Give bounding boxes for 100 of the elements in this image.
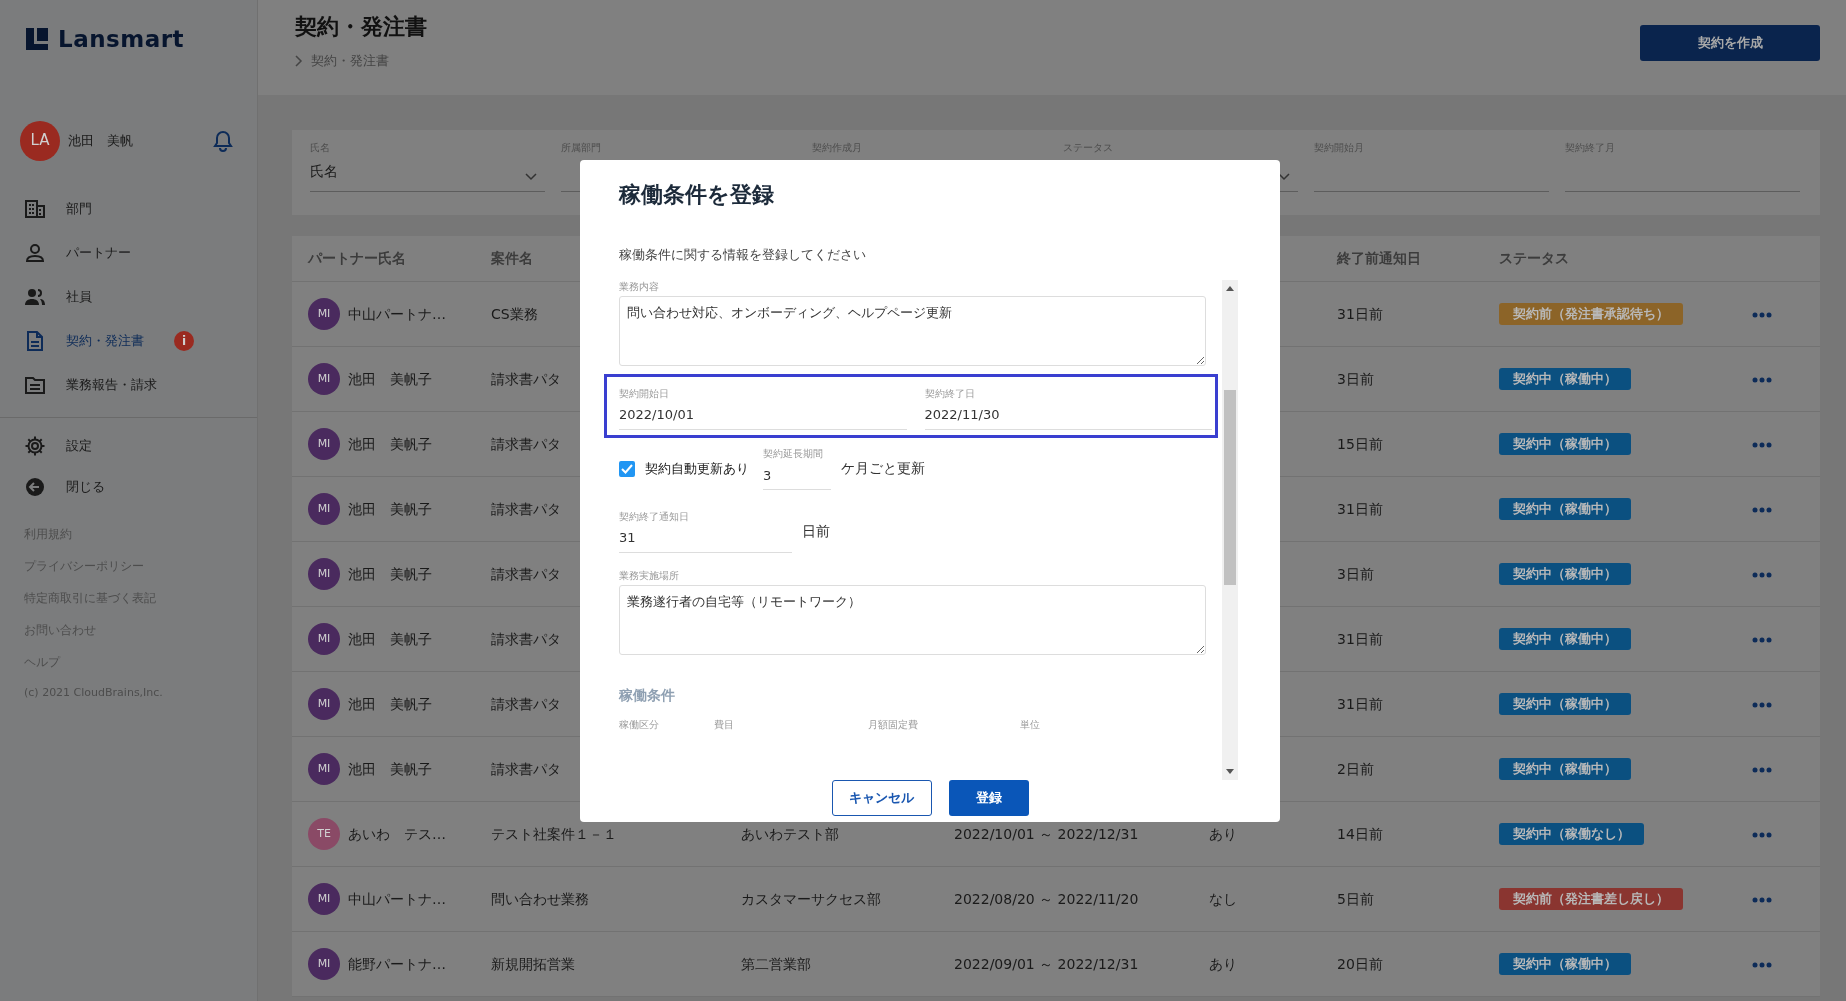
avatar: MI [308, 298, 340, 330]
partner-name: 池田 美帆子 [348, 759, 432, 779]
more-icon[interactable] [1752, 701, 1772, 708]
avatar: MI [308, 623, 340, 655]
number-field[interactable]: 3 [763, 461, 831, 491]
scroll-up-icon[interactable] [1226, 285, 1234, 291]
more-icon[interactable] [1752, 766, 1772, 773]
department: 第二営業部 [741, 955, 811, 972]
scroll-down-icon[interactable] [1226, 769, 1234, 775]
partner-name: 中山パートナ… [348, 889, 446, 909]
more-icon[interactable] [1752, 636, 1772, 643]
register-button[interactable]: 登録 [948, 780, 1029, 817]
user-avatar[interactable]: LA [20, 120, 60, 161]
notice: 2日前 [1337, 760, 1374, 777]
project: 請求書パタ [491, 695, 561, 712]
notice: 5日前 [1337, 890, 1374, 907]
status-label: 契約前（発注書承認待ち） [1499, 302, 1683, 326]
avatar: TE [308, 818, 340, 850]
partner-name: 中山パートナ… [348, 304, 446, 324]
create-contract-button[interactable]: 契約を作成 [1640, 25, 1820, 61]
dialog-description: 稼働条件に関する情報を登録してください [618, 245, 867, 264]
project: テスト社案件１－１ [491, 825, 617, 842]
nav-item[interactable]: 契約・発注書 i [0, 318, 257, 363]
field-label: 業務内容 [619, 279, 660, 294]
bell-icon[interactable] [213, 129, 233, 152]
notice: 31日前 [1337, 500, 1383, 517]
avatar: MI [308, 428, 340, 460]
more-icon[interactable] [1752, 441, 1772, 448]
chevron-down-icon[interactable] [1278, 173, 1290, 181]
more-icon[interactable] [1752, 896, 1772, 903]
nav-item[interactable]: 部門 [0, 186, 257, 231]
more-icon[interactable] [1752, 376, 1772, 383]
notice: 31日前 [1337, 630, 1383, 647]
text-area[interactable]: 問い合わせ対応、オンボーディング、ヘルプページ更新 [619, 295, 1206, 366]
settings-icon [24, 435, 46, 457]
nav-item[interactable]: 閉じる [0, 466, 257, 508]
project: CS業務 [491, 305, 538, 322]
cancel-button[interactable]: キャンセル [831, 780, 932, 817]
project: 問い合わせ業務 [491, 890, 589, 907]
avatar: MI [308, 558, 340, 590]
more-icon[interactable] [1752, 831, 1772, 838]
alert-badge: i [174, 330, 194, 351]
nav-item[interactable]: 業務報告・請求 [0, 362, 257, 407]
nav-item[interactable]: 設定 [0, 425, 257, 467]
notice: 15日前 [1337, 435, 1383, 452]
field-label: 契約延長期間 [763, 447, 824, 462]
date-field[interactable]: 2022/11/30 [924, 401, 1212, 430]
field-label: 契約開始日 [619, 386, 670, 401]
notice: 14日前 [1337, 825, 1383, 842]
status-label: 契約中（稼働中） [1499, 432, 1631, 456]
project: 請求書パタ [491, 435, 561, 452]
field-label: 契約終了通知日 [619, 509, 690, 524]
more-icon[interactable] [1752, 506, 1772, 513]
more-icon[interactable] [1752, 311, 1772, 318]
checkbox[interactable] [619, 460, 635, 477]
department: カスタマーサクセス部 [741, 890, 881, 907]
status-label: 契約中（稼働なし） [1499, 822, 1644, 846]
status-label: 契約中（稼働中） [1499, 952, 1631, 976]
more-icon[interactable] [1752, 571, 1772, 578]
avatar: MI [308, 948, 340, 980]
notice: 20日前 [1337, 955, 1383, 972]
partner-name: 池田 美帆子 [348, 694, 432, 714]
text-area[interactable]: 業務遂行者の自宅等（リモートワーク） [619, 584, 1206, 655]
notice: 31日前 [1337, 305, 1383, 322]
column-label: 費目 [714, 717, 735, 732]
avatar: MI [308, 883, 340, 915]
section-title: 稼働条件 [619, 685, 676, 705]
partner-name: 池田 美帆子 [348, 629, 432, 649]
unit-label: ケ月ごと更新 [841, 459, 925, 479]
nav-item[interactable]: 社員 [0, 274, 257, 319]
column-header: パートナー氏名 [308, 250, 406, 266]
number-field[interactable]: 31 [619, 524, 792, 553]
logo: Lansmart [58, 25, 185, 54]
partner-name: あいわ テス… [348, 824, 446, 844]
period: 2022/09/01 ～ 2022/12/31 [954, 955, 1139, 972]
user-name: 池田 美帆 [68, 131, 134, 150]
notice: 31日前 [1337, 695, 1383, 712]
avatar: MI [308, 363, 340, 395]
field-label: 業務実施場所 [619, 568, 680, 583]
column-label: 単位 [1020, 717, 1041, 732]
status-label: 契約中（稼働中） [1499, 497, 1631, 521]
chevron-right-icon [295, 54, 303, 67]
scrollbar[interactable] [1222, 279, 1238, 781]
unit-label: 日前 [802, 521, 830, 541]
partner-name: 能野パートナ… [348, 954, 446, 974]
period: 2022/10/01 ～ 2022/12/31 [954, 825, 1139, 842]
more-icon[interactable] [1752, 961, 1772, 968]
notice: 3日前 [1337, 370, 1374, 387]
person-icon [24, 241, 46, 264]
date-field[interactable]: 2022/10/01 [619, 401, 907, 430]
avatar: MI [308, 753, 340, 785]
partner-name: 池田 美帆子 [348, 434, 432, 454]
nav-item[interactable]: パートナー [0, 230, 257, 275]
status-label: 契約中（稼働中） [1499, 562, 1631, 586]
department: あいわテスト部 [741, 825, 839, 842]
status-label: 契約前（発注書差し戻し） [1499, 887, 1683, 911]
page-title: 契約・発注書 [295, 13, 427, 41]
column-label: 月額固定費 [868, 717, 919, 732]
partner-name: 池田 美帆子 [348, 499, 432, 519]
partner-name: 池田 美帆子 [348, 564, 432, 584]
